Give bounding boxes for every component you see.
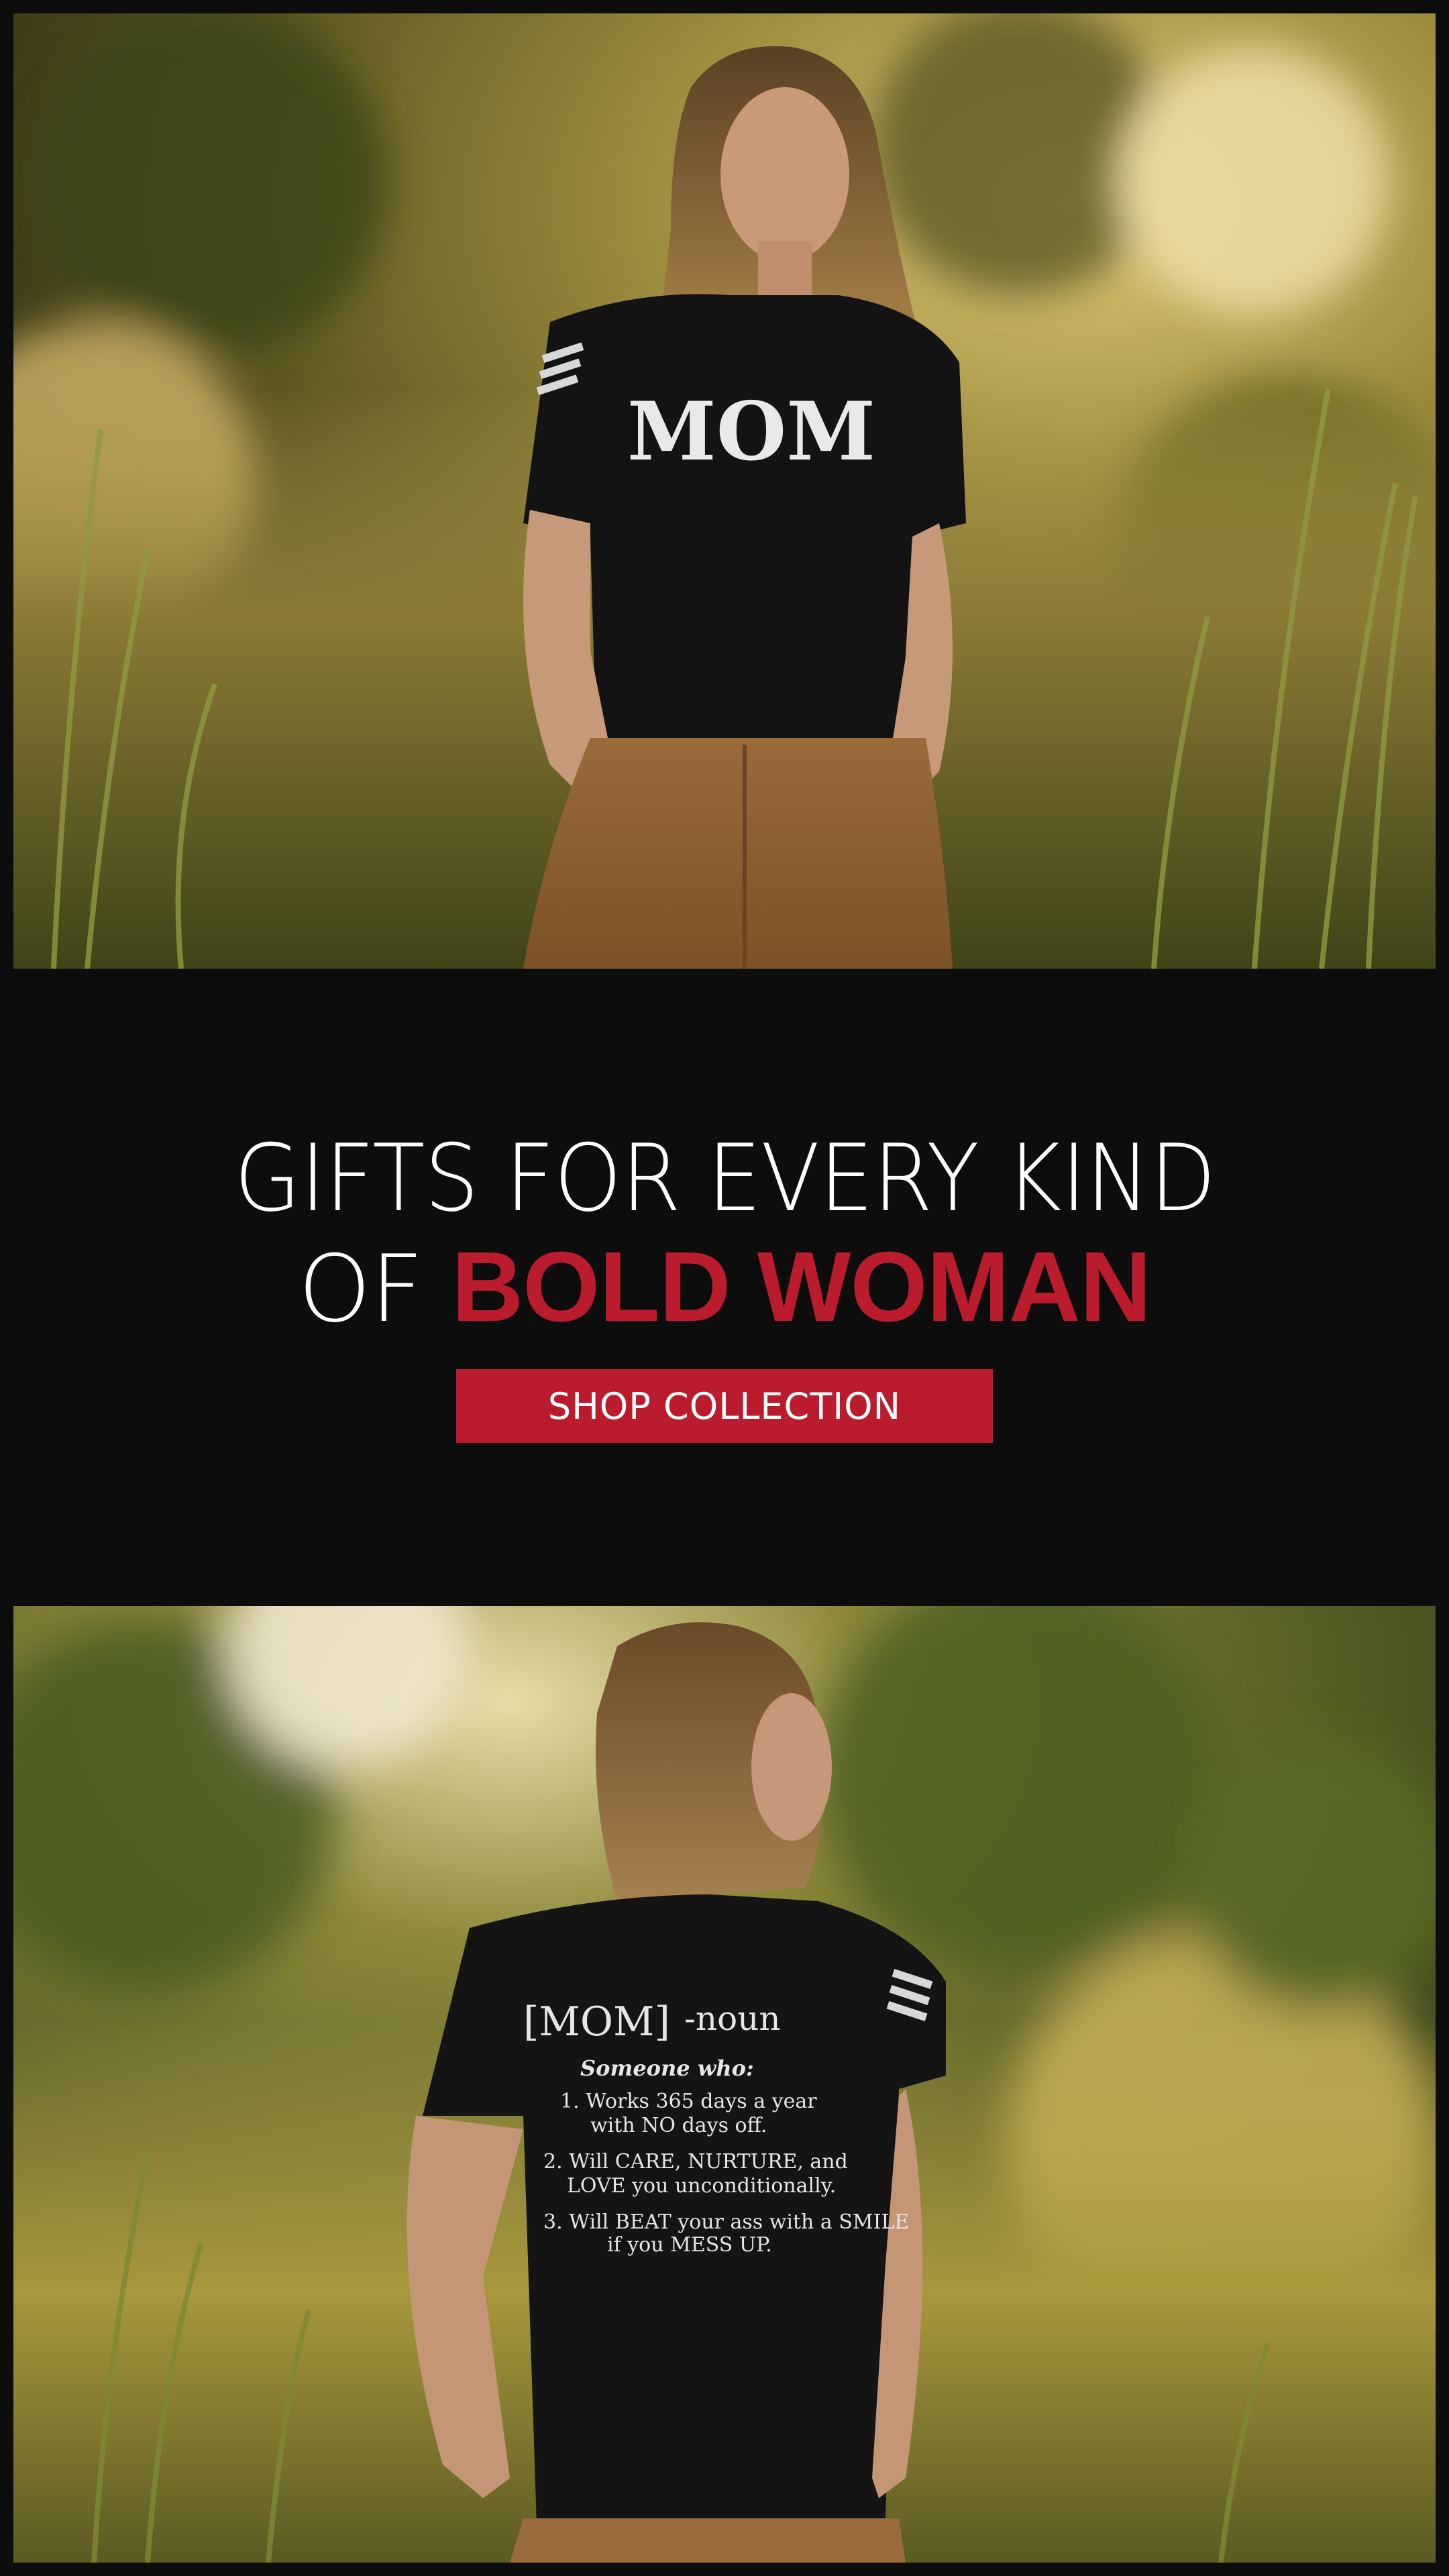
headline-line-1: GIFTS FOR EVERY KIND — [233, 1124, 1216, 1232]
headline-line-2: OF BOLD WOMAN — [197, 1233, 1252, 1344]
shirt-mom-text: MOM — [627, 384, 875, 479]
promo-page: MOM GIFTS FOR EVERY KIND OF BOLD WOMAN S… — [0, 0, 1449, 2576]
headline-line-2-prefix: OF — [298, 1235, 452, 1343]
hero-photo-back-image: [MOM] -noun Someone who: 1. Works 365 da… — [13, 1606, 1436, 2563]
shop-collection-button[interactable]: SHOP COLLECTION — [456, 1369, 993, 1443]
hero-photo-back[interactable]: [MOM] -noun Someone who: 1. Works 365 da… — [13, 1606, 1436, 2563]
promo-headline: GIFTS FOR EVERY KIND OF BOLD WOMAN — [197, 1124, 1252, 1344]
headline-accent: BOLD WOMAN — [451, 1232, 1151, 1342]
shirt-back-line-6: if you MESS UP. — [607, 2233, 772, 2257]
shirt-back-line-4: LOVE you unconditionally. — [567, 2174, 836, 2198]
hero-photo-front[interactable]: MOM — [13, 13, 1436, 969]
shirt-back-line-2: with NO days off. — [590, 2114, 767, 2137]
hero-photo-front-image: MOM — [13, 13, 1436, 969]
promo-section: GIFTS FOR EVERY KIND OF BOLD WOMAN SHOP … — [0, 969, 1449, 1606]
shirt-back-line-5: 3. Will BEAT your ass with a SMILE — [543, 2210, 909, 2234]
shirt-back-pos: -noun — [684, 1999, 781, 2038]
shirt-back-line-3: 2. Will CARE, NURTURE, and — [543, 2150, 848, 2174]
shirt-back-line-1: 1. Works 365 days a year — [560, 2090, 817, 2113]
shirt-back-title: [MOM] — [523, 1998, 670, 2045]
shirt-back-sub: Someone who: — [580, 2055, 754, 2081]
